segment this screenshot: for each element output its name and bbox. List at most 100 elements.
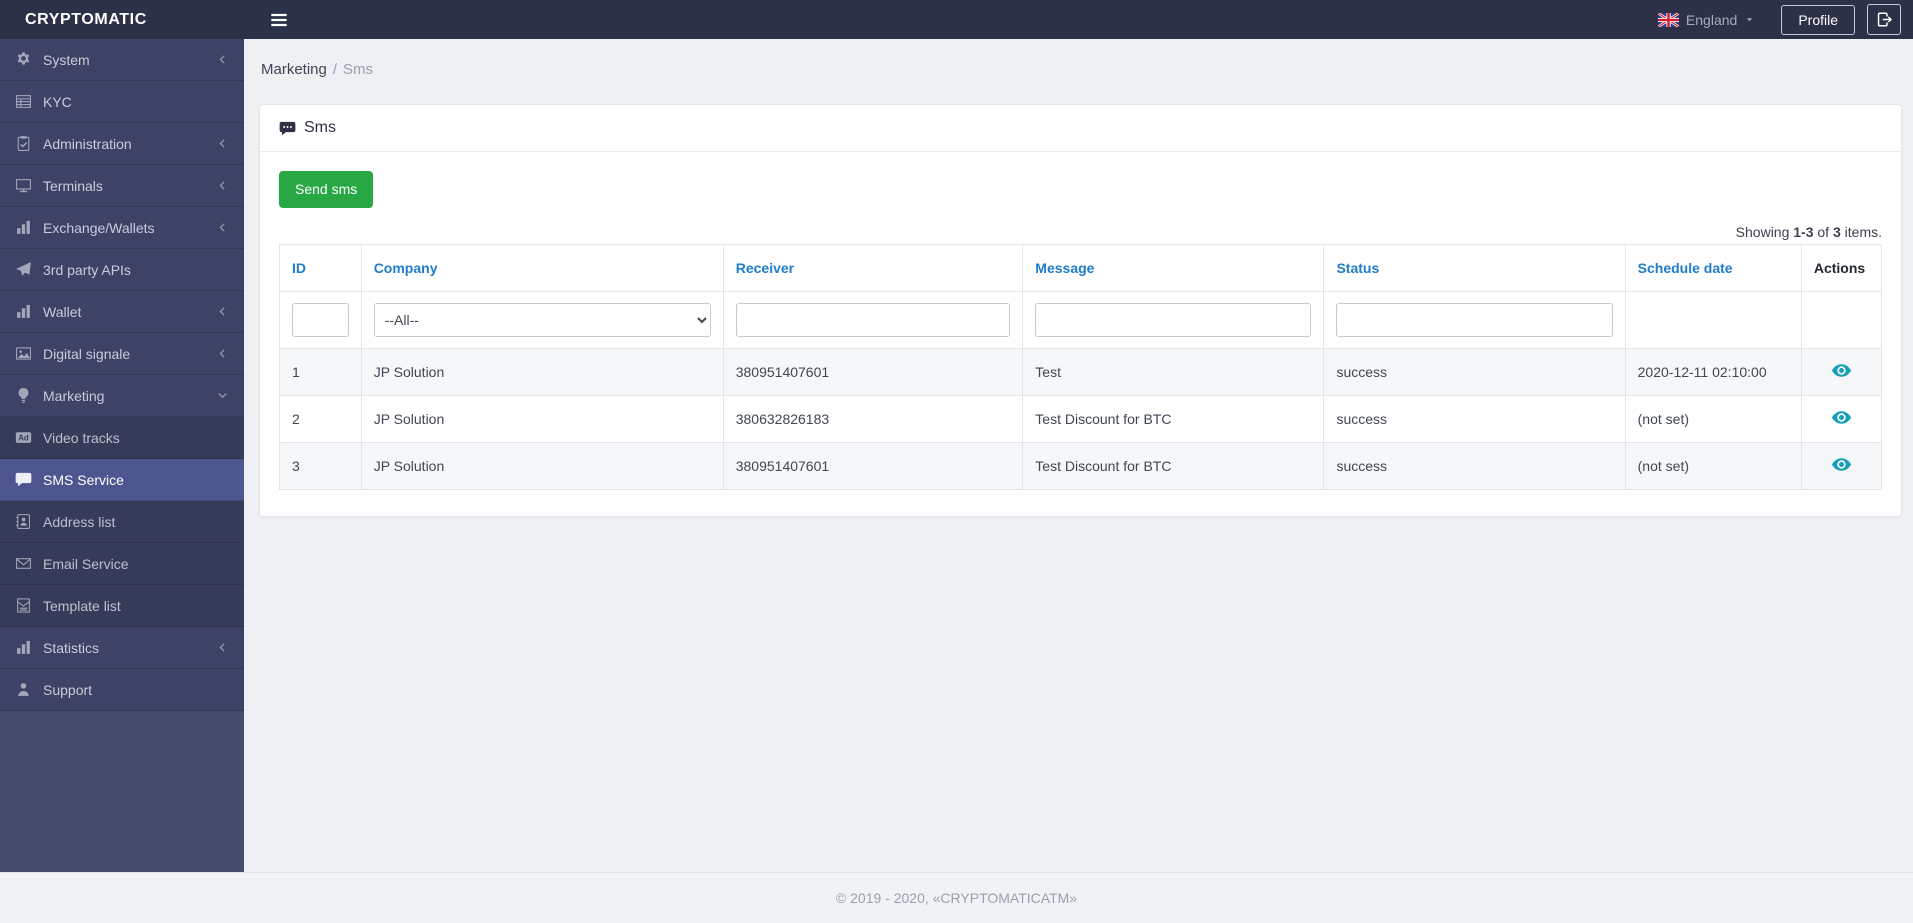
sidebar-item-label: Marketing	[43, 388, 205, 404]
chevron-left-icon	[216, 347, 229, 360]
sidebar-item-wallet[interactable]: Wallet	[0, 291, 244, 333]
summary-of: of	[1814, 224, 1833, 240]
filter-cell-schedule-date	[1625, 291, 1801, 348]
ad-icon: Ad	[15, 429, 32, 446]
filter-receiver-input[interactable]	[736, 303, 1011, 337]
sidebar-item-label: Terminals	[43, 178, 205, 194]
cell-id: 3	[280, 442, 362, 489]
bar-chart-icon	[15, 303, 32, 320]
sidebar-item-label: Support	[43, 682, 229, 698]
sms-card: Sms Send sms Showing 1-3 of 3 items. IDC…	[259, 104, 1902, 517]
cell-company: JP Solution	[361, 395, 723, 442]
filter-cell-company: --All--	[361, 291, 723, 348]
cell-actions	[1801, 442, 1881, 489]
lightbulb-icon	[15, 387, 32, 404]
column-header-id[interactable]: ID	[280, 244, 362, 291]
filter-cell-message	[1023, 291, 1324, 348]
sidebar-item-label: Wallet	[43, 304, 205, 320]
bar-chart-icon	[15, 639, 32, 656]
paper-plane-icon	[15, 261, 32, 278]
cell-company: JP Solution	[361, 442, 723, 489]
sidebar-item-exchange-wallets[interactable]: Exchange/Wallets	[0, 207, 244, 249]
filter-status-input[interactable]	[1336, 303, 1612, 337]
email-icon	[15, 555, 32, 572]
address-book-icon	[15, 513, 32, 530]
card-header: Sms	[260, 105, 1901, 152]
cell-receiver: 380632826183	[723, 395, 1023, 442]
filter-cell-id	[280, 291, 362, 348]
filter-id-input[interactable]	[292, 303, 349, 337]
topbar-right: England Profile	[1658, 4, 1913, 35]
sidebar-item-label: Administration	[43, 136, 205, 152]
sidebar-item-address-list[interactable]: Address list	[0, 501, 244, 543]
cell-message: Test Discount for BTC	[1023, 395, 1324, 442]
sidebar-menu: System KYC Administration Terminals Exchange…	[0, 39, 244, 711]
sidebar-item-label: Template list	[43, 598, 229, 614]
chevron-left-icon	[216, 305, 229, 318]
chevron-left-icon	[216, 179, 229, 192]
column-header-receiver[interactable]: Receiver	[723, 244, 1023, 291]
summary-range: 1-3	[1793, 224, 1813, 240]
cell-actions	[1801, 348, 1881, 395]
cell-actions	[1801, 395, 1881, 442]
filter-cell-actions	[1801, 291, 1881, 348]
sidebar-item-marketing[interactable]: Marketing	[0, 375, 244, 417]
sidebar-item-template-list[interactable]: Template list	[0, 585, 244, 627]
cell-schedule-date: (not set)	[1625, 442, 1801, 489]
sidebar-item-system[interactable]: System	[0, 39, 244, 81]
sidebar-item-label: SMS Service	[43, 472, 229, 488]
card-body: Send sms Showing 1-3 of 3 items. IDCompa…	[260, 152, 1901, 516]
column-header-status[interactable]: Status	[1324, 244, 1625, 291]
cell-receiver: 380951407601	[723, 442, 1023, 489]
sidebar-item-3rd-party-apis[interactable]: 3rd party APIs	[0, 249, 244, 291]
image-icon	[15, 345, 32, 362]
uk-flag-icon	[1658, 13, 1679, 27]
table-body: --All-- 1JP Solution380951407601Testsucc…	[280, 291, 1882, 489]
hamburger-icon[interactable]	[270, 11, 288, 29]
table-row: 2JP Solution380632826183Test Discount fo…	[280, 395, 1882, 442]
column-header-message[interactable]: Message	[1023, 244, 1324, 291]
filter-company-select[interactable]: --All--	[374, 303, 711, 337]
bar-chart-icon	[15, 219, 32, 236]
sidebar-item-kyc[interactable]: KYC	[0, 81, 244, 123]
summary-items: items.	[1841, 224, 1882, 240]
envelope-icon	[15, 597, 32, 614]
sidebar-item-terminals[interactable]: Terminals	[0, 165, 244, 207]
main-content: Marketing/Sms Sms Send sms Showing 1-3 o…	[244, 39, 1913, 872]
chevron-left-icon	[216, 137, 229, 150]
brand-logo[interactable]: CRYPTOMATIC	[0, 11, 244, 29]
sidebar-item-label: KYC	[43, 94, 229, 110]
sidebar-item-digital-signale[interactable]: Digital signale	[0, 333, 244, 375]
filter-message-input[interactable]	[1035, 303, 1311, 337]
sidebar-item-support[interactable]: Support	[0, 669, 244, 711]
view-action-button[interactable]	[1830, 359, 1852, 381]
view-action-button[interactable]	[1830, 453, 1852, 475]
sms-bubble-icon	[279, 120, 296, 137]
sms-table: IDCompanyReceiverMessageStatusSchedule d…	[279, 244, 1882, 490]
sidebar-item-email-service[interactable]: Email Service	[0, 543, 244, 585]
cell-schedule-date: 2020-12-11 02:10:00	[1625, 348, 1801, 395]
sidebar-item-label: System	[43, 52, 205, 68]
language-selector[interactable]: England	[1658, 12, 1755, 28]
profile-button[interactable]: Profile	[1781, 5, 1855, 35]
breadcrumb: Marketing/Sms	[261, 61, 1902, 78]
view-action-button[interactable]	[1830, 406, 1852, 428]
logout-icon	[1876, 11, 1893, 28]
logout-button[interactable]	[1867, 4, 1901, 35]
column-header-schedule-date[interactable]: Schedule date	[1625, 244, 1801, 291]
chevron-left-icon	[216, 221, 229, 234]
sidebar-item-statistics[interactable]: Statistics	[0, 627, 244, 669]
sidebar-item-video-tracks[interactable]: AdVideo tracks	[0, 417, 244, 459]
sidebar-item-sms-service[interactable]: SMS Service	[0, 459, 244, 501]
monitor-icon	[15, 177, 32, 194]
sidebar-item-administration[interactable]: Administration	[0, 123, 244, 165]
cell-company: JP Solution	[361, 348, 723, 395]
send-sms-button[interactable]: Send sms	[279, 171, 373, 208]
chevron-left-icon	[216, 53, 229, 66]
summary-total: 3	[1833, 224, 1841, 240]
cell-schedule-date: (not set)	[1625, 395, 1801, 442]
language-label: England	[1686, 12, 1737, 28]
column-header-company[interactable]: Company	[361, 244, 723, 291]
breadcrumb-marketing[interactable]: Marketing	[261, 61, 327, 78]
clipboard-check-icon	[15, 135, 32, 152]
